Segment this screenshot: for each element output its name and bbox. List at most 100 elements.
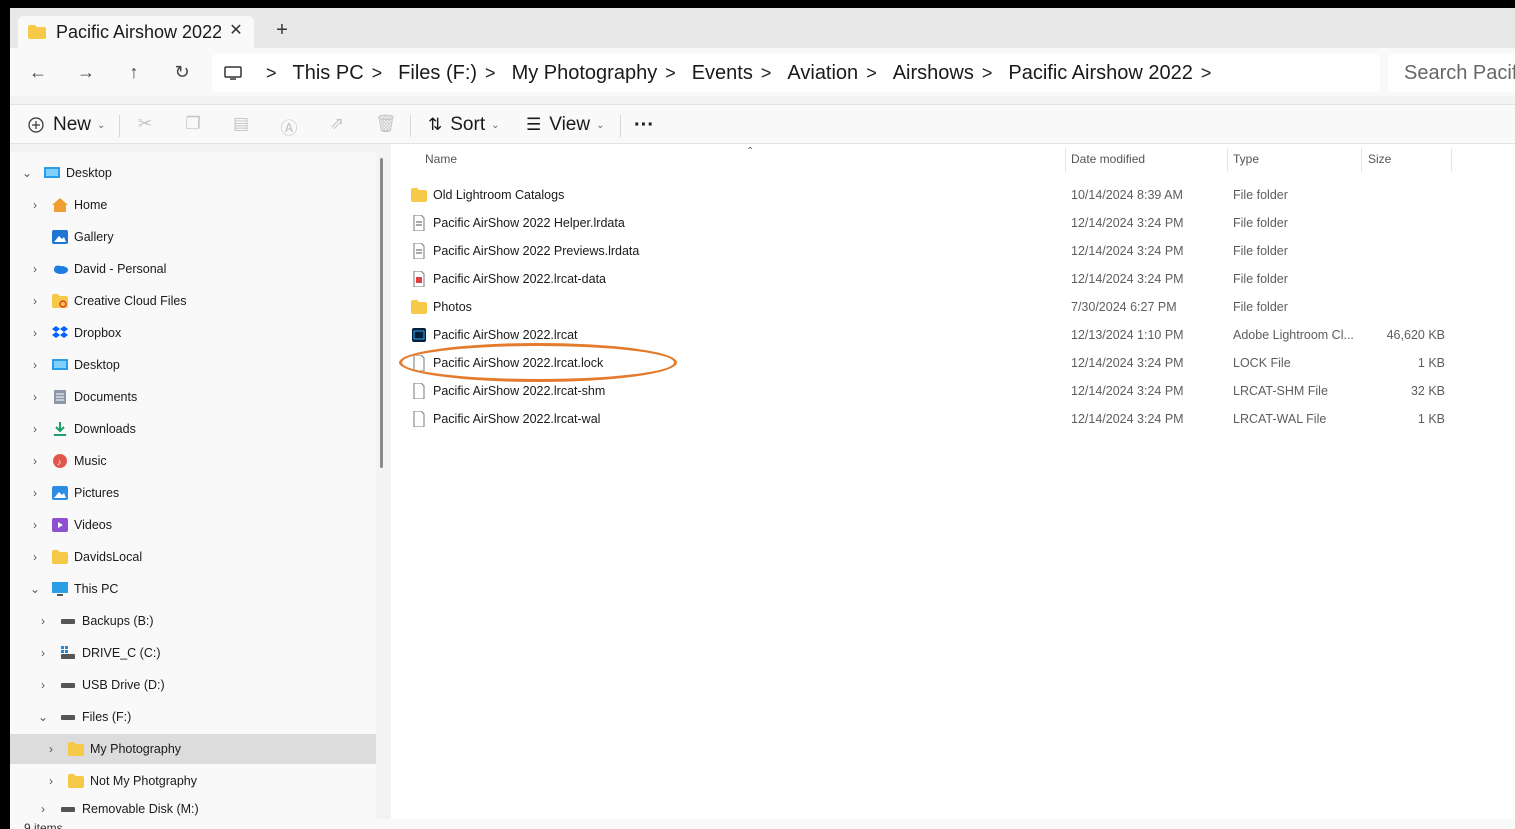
chevron-right-icon[interactable]: › bbox=[28, 262, 42, 276]
sidebar-item-not-my-photography[interactable]: › Not My Photgraphy bbox=[10, 766, 376, 796]
file-date: 12/14/2024 3:24 PM bbox=[1071, 272, 1184, 286]
refresh-button[interactable]: ↻ bbox=[168, 60, 196, 84]
back-button[interactable]: ← bbox=[24, 60, 52, 84]
address-bar[interactable]: > This PC > Files (F:) > My Photography … bbox=[212, 54, 1380, 92]
new-button[interactable]: New ⌄ bbox=[28, 105, 105, 145]
chevron-right-icon[interactable]: > bbox=[665, 63, 676, 84]
chevron-right-icon[interactable]: > bbox=[866, 63, 877, 84]
file-type: File folder bbox=[1233, 244, 1288, 258]
chevron-right-icon[interactable]: › bbox=[28, 390, 42, 404]
chevron-right-icon[interactable]: > bbox=[485, 63, 496, 84]
sidebar-item-this-pc[interactable]: ⌄ This PC bbox=[10, 574, 376, 604]
sidebar-item-files-f[interactable]: ⌄ Files (F:) bbox=[10, 702, 376, 732]
column-divider[interactable] bbox=[1451, 148, 1452, 172]
copy-icon[interactable]: ❐ bbox=[183, 114, 203, 134]
file-date: 12/13/2024 1:10 PM bbox=[1071, 328, 1184, 342]
sidebar-item-davidslocal[interactable]: › DavidsLocal bbox=[10, 542, 376, 572]
share-icon[interactable]: ⇗ bbox=[327, 114, 347, 134]
cut-icon[interactable]: ✂ bbox=[135, 114, 155, 134]
chevron-right-icon[interactable]: > bbox=[1201, 63, 1212, 84]
chevron-right-icon[interactable]: › bbox=[28, 294, 42, 308]
breadcrumb-this-pc[interactable]: This PC bbox=[293, 62, 364, 85]
sidebar-item-usb-d[interactable]: › USB Drive (D:) bbox=[10, 670, 376, 700]
chevron-right-icon[interactable]: › bbox=[28, 358, 42, 372]
list-item[interactable]: Photos 7/30/2024 6:27 PM File folder bbox=[411, 293, 1451, 321]
column-header-date[interactable]: Date modified bbox=[1071, 152, 1145, 166]
sidebar-item-onedrive[interactable]: › David - Personal bbox=[10, 254, 376, 284]
sidebar-item-backups-b[interactable]: › Backups (B:) bbox=[10, 606, 376, 636]
sidebar-item-pictures[interactable]: › Pictures bbox=[10, 478, 376, 508]
sidebar-item-downloads[interactable]: › Downloads bbox=[10, 414, 376, 444]
sidebar-item-my-photography[interactable]: › My Photography bbox=[10, 734, 376, 764]
new-tab-button[interactable]: + bbox=[272, 20, 292, 40]
sidebar-item-dropbox[interactable]: › Dropbox bbox=[10, 318, 376, 348]
tab-pacific-airshow[interactable]: Pacific Airshow 2022 ✕ bbox=[18, 16, 254, 48]
breadcrumb-airshows[interactable]: Airshows bbox=[893, 62, 974, 85]
chevron-right-icon[interactable]: › bbox=[28, 326, 42, 340]
chevron-right-icon[interactable]: › bbox=[36, 802, 50, 816]
breadcrumb-aviation[interactable]: Aviation bbox=[787, 62, 858, 85]
sidebar-item-documents[interactable]: › Documents bbox=[10, 382, 376, 412]
rename-icon[interactable]: Ⓐ bbox=[279, 114, 299, 139]
sidebar-item-creative-cloud[interactable]: › Creative Cloud Files bbox=[10, 286, 376, 316]
chevron-right-icon[interactable]: › bbox=[36, 646, 50, 660]
chevron-down-icon[interactable]: ⌄ bbox=[28, 582, 42, 596]
column-header-size[interactable]: Size bbox=[1368, 152, 1391, 166]
chevron-right-icon[interactable]: › bbox=[44, 774, 58, 788]
file-size: 46,620 KB bbox=[1386, 328, 1445, 342]
close-tab-icon[interactable]: ✕ bbox=[226, 21, 246, 41]
sidebar-item-removable-m[interactable]: › Removable Disk (M:) bbox=[10, 798, 376, 819]
svg-text:♪: ♪ bbox=[57, 457, 62, 467]
list-item[interactable]: Pacific AirShow 2022 Helper.lrdata 12/14… bbox=[411, 209, 1451, 237]
folder-icon bbox=[411, 300, 427, 314]
drive-icon bbox=[61, 806, 75, 812]
column-divider[interactable] bbox=[1227, 148, 1228, 172]
list-item[interactable]: Pacific AirShow 2022.lrcat-wal 12/14/202… bbox=[411, 405, 1451, 433]
column-divider[interactable] bbox=[1361, 148, 1362, 172]
paste-icon[interactable]: ▤ bbox=[231, 114, 251, 134]
chevron-right-icon[interactable]: › bbox=[28, 198, 42, 212]
breadcrumb-my-photography[interactable]: My Photography bbox=[512, 62, 658, 85]
more-options-button[interactable]: ··· bbox=[634, 105, 654, 145]
sort-button[interactable]: ⇅ Sort ⌄ bbox=[428, 105, 500, 145]
breadcrumb-files-f[interactable]: Files (F:) bbox=[398, 62, 477, 85]
forward-button[interactable]: → bbox=[72, 60, 100, 84]
breadcrumb-events[interactable]: Events bbox=[692, 62, 753, 85]
delete-icon[interactable]: 🗑 bbox=[375, 114, 397, 134]
list-item[interactable]: Pacific AirShow 2022 Previews.lrdata 12/… bbox=[411, 237, 1451, 265]
sidebar-item-drive-c[interactable]: › DRIVE_C (C:) bbox=[10, 638, 376, 668]
sidebar-item-desktop[interactable]: › Desktop bbox=[10, 350, 376, 380]
list-item[interactable]: Pacific AirShow 2022.lrcat-data 12/14/20… bbox=[411, 265, 1451, 293]
view-button[interactable]: ☰ View ⌄ bbox=[526, 105, 604, 145]
sidebar-item-videos[interactable]: › Videos bbox=[10, 510, 376, 540]
status-bar: 9 items bbox=[10, 819, 1515, 829]
chevron-right-icon[interactable]: > bbox=[982, 63, 993, 84]
chevron-right-icon[interactable]: > bbox=[761, 63, 772, 84]
chevron-down-icon[interactable]: ⌄ bbox=[36, 710, 50, 724]
windows-drive-icon bbox=[61, 646, 75, 659]
up-button[interactable]: ↑ bbox=[120, 60, 148, 84]
sidebar-item-desktop-root[interactable]: ⌄ Desktop bbox=[10, 158, 376, 188]
sidebar-item-label: Pictures bbox=[74, 486, 120, 500]
chevron-right-icon[interactable]: › bbox=[28, 550, 42, 564]
navigation-scrollbar[interactable] bbox=[380, 158, 383, 468]
music-icon: ♪ bbox=[53, 454, 67, 468]
chevron-right-icon[interactable]: › bbox=[28, 422, 42, 436]
column-header-name[interactable]: Name bbox=[425, 152, 457, 166]
chevron-right-icon[interactable]: › bbox=[28, 454, 42, 468]
chevron-right-icon[interactable]: › bbox=[36, 678, 50, 692]
column-divider[interactable] bbox=[1065, 148, 1066, 172]
sidebar-item-gallery[interactable]: Gallery bbox=[10, 222, 376, 252]
sidebar-item-home[interactable]: › Home bbox=[10, 190, 376, 220]
column-header-type[interactable]: Type bbox=[1233, 152, 1259, 166]
chevron-right-icon[interactable]: › bbox=[44, 742, 58, 756]
chevron-right-icon[interactable]: › bbox=[36, 614, 50, 628]
chevron-right-icon[interactable]: > bbox=[372, 63, 383, 84]
chevron-down-icon[interactable]: ⌄ bbox=[20, 166, 34, 180]
chevron-right-icon[interactable]: › bbox=[28, 486, 42, 500]
list-item[interactable]: Old Lightroom Catalogs 10/14/2024 8:39 A… bbox=[411, 181, 1451, 209]
sidebar-item-music[interactable]: › ♪ Music bbox=[10, 446, 376, 476]
chevron-right-icon[interactable]: › bbox=[28, 518, 42, 532]
breadcrumb-pacific-airshow[interactable]: Pacific Airshow 2022 bbox=[1008, 62, 1193, 85]
search-input[interactable]: Search Pacific Airshow 2022 bbox=[1388, 54, 1515, 92]
